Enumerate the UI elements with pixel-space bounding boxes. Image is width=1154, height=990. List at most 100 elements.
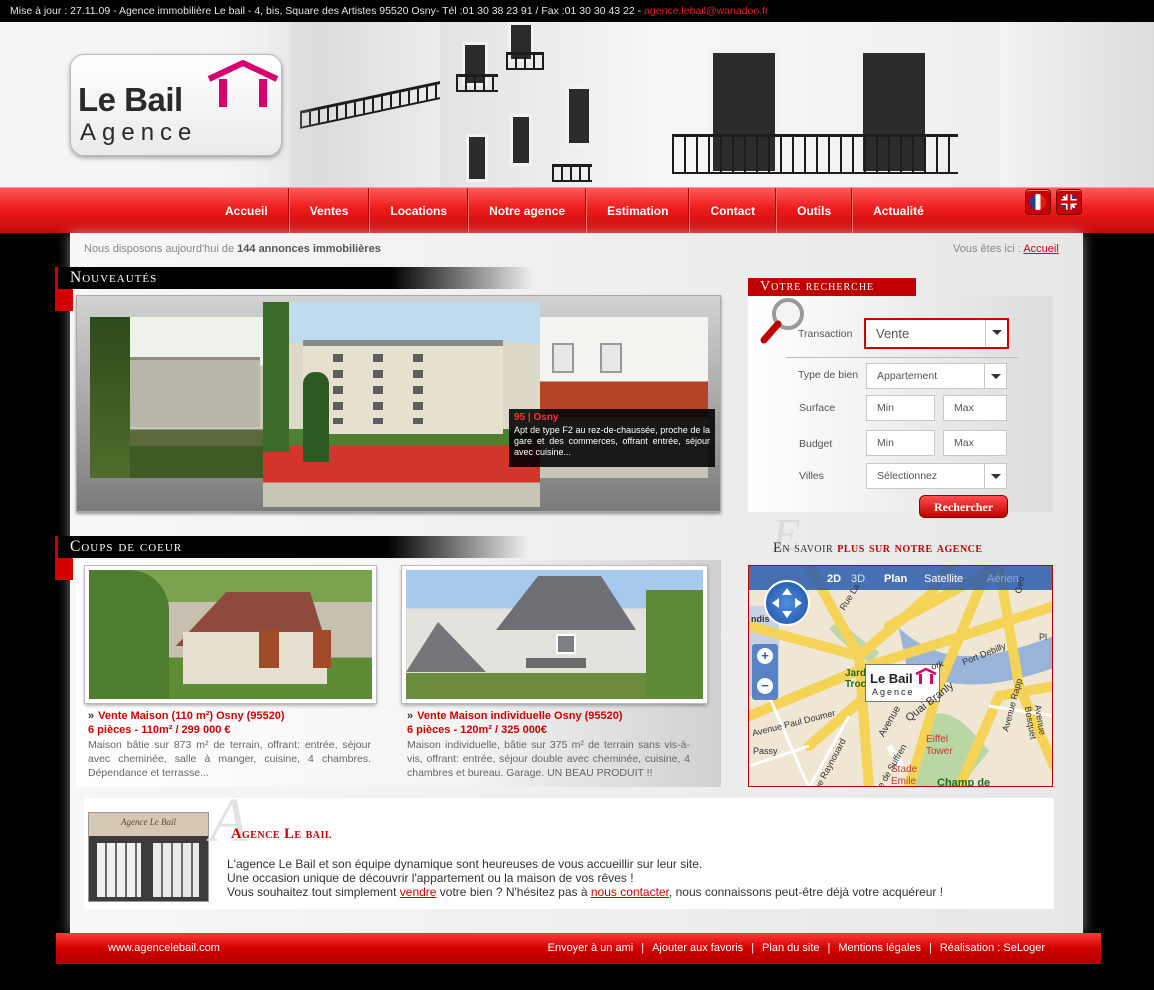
street-label: ndis xyxy=(751,614,770,624)
footer-link-credits[interactable]: Réalisation : SeLoger xyxy=(940,942,1045,954)
window xyxy=(466,134,488,182)
surface-min-input[interactable]: Min xyxy=(866,395,935,421)
about-line-3-a: Vous souhaitez tout simplement xyxy=(227,885,400,899)
nav-ventes[interactable]: Ventes xyxy=(288,188,370,234)
balcony-railing xyxy=(552,164,592,182)
surface-label: Surface xyxy=(799,402,836,414)
nav-notre-agence[interactable]: Notre agence xyxy=(468,188,587,234)
map-tab-satellite[interactable]: Satellite xyxy=(924,573,963,585)
about-line-3: Vous souhaitez tout simplement vendre vo… xyxy=(227,885,943,899)
coups-heading: Coups de coeur xyxy=(58,536,528,558)
footer-site-link[interactable]: www.agencelebail.com xyxy=(108,933,220,964)
card-title-1[interactable]: » Vente Maison (110 m²) Osny (95520) xyxy=(88,710,285,722)
balcony-railing xyxy=(672,134,958,174)
card-desc-2: Maison individuelle, bâtie sur 375 m² de… xyxy=(407,739,690,779)
footer-separator: | xyxy=(827,942,831,954)
villes-select[interactable]: Sélectionnez xyxy=(866,463,1007,489)
language-fr-button[interactable] xyxy=(1025,189,1051,215)
top-info-text: Mise à jour : 27.11.09 - Agence immobili… xyxy=(10,5,645,17)
transaction-value: Vente xyxy=(876,326,910,341)
agency-logo[interactable]: Le Bail Agence xyxy=(70,54,282,156)
language-en-button[interactable] xyxy=(1056,189,1082,215)
wall xyxy=(183,632,327,684)
card-desc-1: Maison bâtie sur 873 m² de terrain, offr… xyxy=(88,739,371,779)
balcony-railing xyxy=(506,52,544,70)
chevron-down-icon xyxy=(984,464,1006,488)
agency-map[interactable]: 2D 3D Plan Satellite Aérien + − Le Bail … xyxy=(748,565,1053,787)
agency-storefront-photo: Agence Le Bail xyxy=(88,812,209,902)
footer-separator: | xyxy=(751,942,755,954)
card-sub-2: 6 pièces - 120m² / 325 000€ xyxy=(407,724,548,736)
top-email-link[interactable]: agence.lebail@wanadoo.fr xyxy=(644,5,769,17)
sell-link[interactable]: vendre xyxy=(400,885,437,899)
chevron-down-icon xyxy=(985,320,1007,347)
divider xyxy=(786,357,1018,358)
transaction-select[interactable]: Vente xyxy=(864,318,1009,349)
top-info-bar: Mise à jour : 27.11.09 - Agence immobili… xyxy=(0,0,1154,22)
footer-link-sitemap[interactable]: Plan du site xyxy=(762,942,819,954)
chevron-down-icon xyxy=(984,364,1006,388)
type-select[interactable]: Appartement xyxy=(866,363,1007,389)
card-photo-1[interactable] xyxy=(85,566,376,703)
caption-text: Apt de type F2 au rez-de-chaussée, proch… xyxy=(514,425,710,457)
map-logo-line2: Agence xyxy=(872,687,915,697)
logo-line-1: Le Bail xyxy=(78,81,183,118)
footer-separator: | xyxy=(928,942,932,954)
contact-link[interactable]: nous contacter xyxy=(591,885,669,899)
pan-arrows-icon xyxy=(772,588,802,618)
card-title-2-text: Vente Maison individuelle Osny (95520) xyxy=(417,710,623,722)
footer-link-send-friend[interactable]: Envoyer à un ami xyxy=(548,942,634,954)
agency-info-link[interactable]: En savoir plus sur notre agence xyxy=(773,540,983,557)
storefront-window xyxy=(153,843,199,897)
window xyxy=(556,634,576,654)
nav-actualite[interactable]: Actualité xyxy=(852,188,944,234)
nav-accueil[interactable]: Accueil xyxy=(205,188,289,234)
roof xyxy=(406,622,486,672)
surface-max-input[interactable]: Max xyxy=(943,395,1007,421)
awning xyxy=(526,658,586,668)
map-pan-control[interactable] xyxy=(764,580,810,626)
tree xyxy=(646,590,703,699)
zoom-in-icon[interactable]: + xyxy=(757,648,773,664)
nav-estimation[interactable]: Estimation xyxy=(586,188,690,234)
fr-flag-icon xyxy=(1030,194,1046,210)
card-title-1-text: Vente Maison (110 m²) Osny (95520) xyxy=(98,710,285,722)
budget-max-input[interactable]: Max xyxy=(943,430,1007,456)
map-zoom-control: + − xyxy=(752,644,778,700)
footer-separator: | xyxy=(641,942,645,954)
tree xyxy=(89,570,169,699)
breadcrumb: Vous êtes ici : Accueil xyxy=(953,243,1059,255)
window xyxy=(510,114,532,166)
breadcrumb-home-link[interactable]: Accueil xyxy=(1023,243,1058,255)
balcony-railing xyxy=(456,74,498,92)
uk-flag-icon xyxy=(1061,194,1077,210)
search-heading: Votre recherche xyxy=(760,279,875,294)
breadcrumb-label: Vous êtes ici : xyxy=(953,243,1024,255)
villes-value: Sélectionnez xyxy=(877,470,938,482)
featured-listing-photo[interactable] xyxy=(263,302,540,507)
arrow-right-icon: » xyxy=(407,710,414,722)
listing-thumb[interactable] xyxy=(90,317,265,478)
card-title-2[interactable]: » Vente Maison individuelle Osny (95520) xyxy=(407,710,623,722)
villes-label: Villes xyxy=(799,470,824,482)
search-button[interactable]: Rechercher xyxy=(919,495,1008,518)
nav-locations[interactable]: Locations xyxy=(369,188,469,234)
agency-info-prefix: En savoir xyxy=(773,540,838,556)
budget-label: Budget xyxy=(799,438,833,450)
nouveautes-heading: Nouveautés xyxy=(58,267,533,289)
map-tab-plan[interactable]: Plan xyxy=(884,573,907,585)
card-photo-2[interactable] xyxy=(402,566,707,703)
caption-title: 95 | Osny xyxy=(514,412,559,423)
agency-info-strong: plus sur notre agence xyxy=(837,540,983,556)
map-logo-line1: Le Bail xyxy=(870,671,913,686)
nav-contact[interactable]: Contact xyxy=(689,188,777,234)
map-tab-2d[interactable]: 2D xyxy=(827,573,841,585)
zoom-out-icon[interactable]: − xyxy=(757,678,773,694)
street-label: Pl xyxy=(1039,632,1048,642)
champ-label: Champ de xyxy=(937,777,991,787)
listing-caption[interactable]: 95 | Osny Apt de type F2 au rez-de-chaus… xyxy=(509,409,715,467)
footer-link-legal[interactable]: Mentions légales xyxy=(838,942,921,954)
footer-link-favorites[interactable]: Ajouter aux favoris xyxy=(652,942,743,954)
budget-min-input[interactable]: Min xyxy=(866,430,935,456)
nav-outils[interactable]: Outils xyxy=(776,188,853,234)
